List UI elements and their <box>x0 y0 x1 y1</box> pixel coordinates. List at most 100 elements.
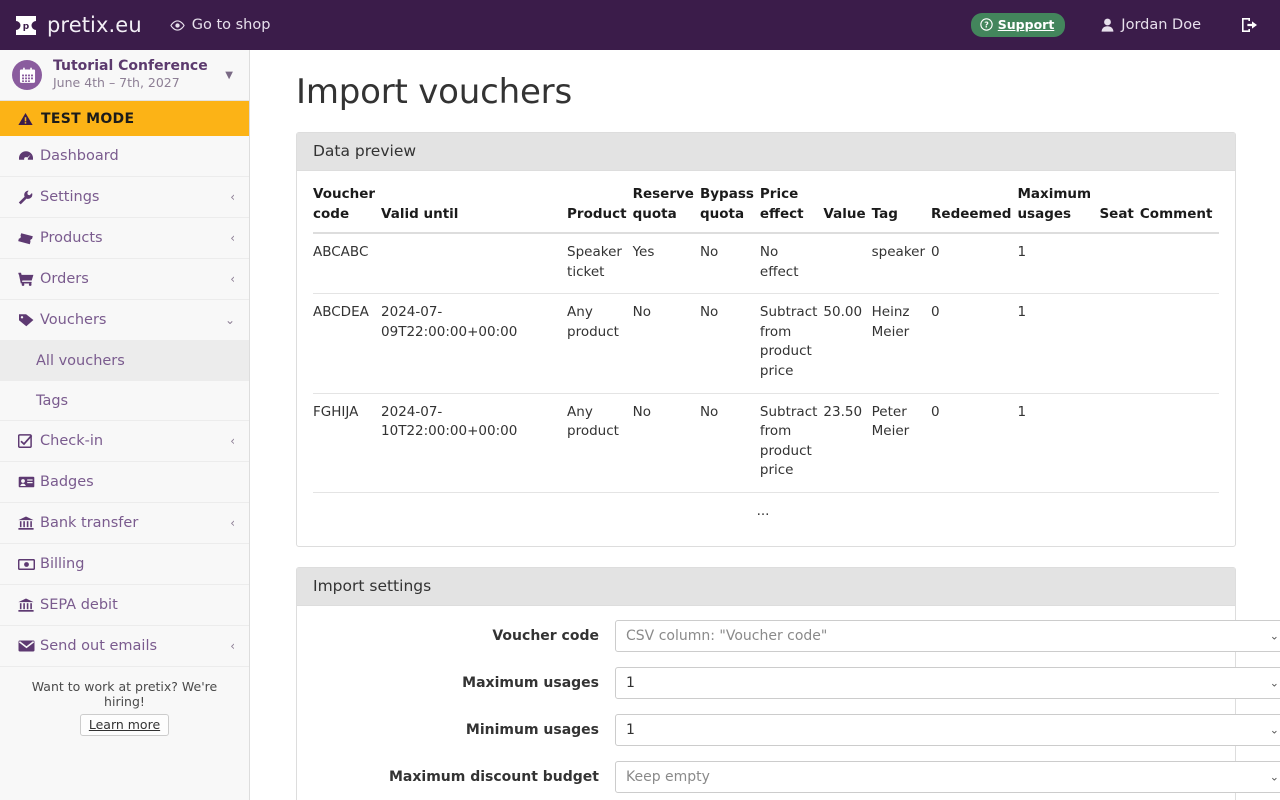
event-dates: June 4th – 7th, 2027 <box>53 75 180 90</box>
top-navbar: p pretix.eu Go to shop ? Support Jordan … <box>0 0 1280 50</box>
cell-price-effect: Subtract from product price <box>759 392 824 493</box>
table-row: FGHIJA 2024-07-10T22:00:00+00:00 Any pro… <box>313 392 1219 493</box>
sidebar-subitem-label: Tags <box>36 392 69 409</box>
sidebar-item-dashboard[interactable]: Dashboard <box>0 136 249 177</box>
form-row-voucher-code: Voucher code CSV column: "Voucher code" … <box>313 620 1280 653</box>
cell-value: 23.50 <box>823 392 872 493</box>
cell-bypass-quota: No <box>699 293 760 393</box>
sidebar-item-label: Bank transfer <box>40 515 139 531</box>
sidebar-item-badges[interactable]: Badges <box>0 462 249 503</box>
cell-bypass-quota: No <box>699 392 760 493</box>
truncation-marker: ... <box>313 491 1219 533</box>
sidebar-item-check-in[interactable]: Check-in ‹ <box>0 421 249 462</box>
import-settings-body: Voucher code CSV column: "Voucher code" … <box>297 606 1280 800</box>
sidebar-item-sepa-debit[interactable]: SEPA debit <box>0 585 249 626</box>
import-settings-panel: Import settings Voucher code CSV column:… <box>296 567 1280 800</box>
import-settings-heading: Import settings <box>297 568 1235 607</box>
cell-seat <box>1099 392 1140 493</box>
cell-comment <box>1139 293 1219 393</box>
cell-product: Speaker ticket <box>567 244 622 280</box>
label-maximum-discount-budget: Maximum discount budget <box>388 769 599 786</box>
chevron-down-icon: ⌄ <box>224 313 235 327</box>
test-mode-banner: TEST MODE <box>0 101 249 136</box>
chevron-left-icon: ‹ <box>230 272 235 286</box>
navbar-right-group: ? Support Jordan Doe <box>970 13 1280 37</box>
select-voucher-code[interactable]: CSV column: "Voucher code" ⌄ <box>615 620 1280 653</box>
sidebar-item-label: Orders <box>40 271 89 287</box>
bank-icon <box>18 516 40 530</box>
control-minimum-usages: 1 ⌄ <box>615 714 1280 747</box>
svg-text:p: p <box>23 22 30 32</box>
cell-maximum-usages: 1 <box>1017 392 1100 493</box>
event-meta: Tutorial Conference June 4th – 7th, 2027 <box>53 58 214 92</box>
sidebar-item-vouchers[interactable]: Vouchers ⌄ <box>0 300 249 341</box>
logout-icon <box>1241 17 1258 33</box>
data-preview-panel: Data preview Voucher code Valid until Pr… <box>296 132 1236 548</box>
user-menu[interactable]: Jordan Doe <box>1101 17 1201 33</box>
event-selector[interactable]: Tutorial Conference June 4th – 7th, 2027… <box>0 50 249 101</box>
learn-more-button[interactable]: Learn more <box>79 714 170 736</box>
select-maximum-discount-budget[interactable]: Keep empty ⌄ <box>615 761 1280 794</box>
table-header-row: Voucher code Valid until Product Reserve… <box>313 185 1219 234</box>
sidebar-item-label: Vouchers <box>40 312 107 328</box>
cell-valid-until <box>381 233 567 294</box>
select-value: 1 <box>626 675 635 692</box>
sidebar-item-settings[interactable]: Settings ‹ <box>0 177 249 218</box>
cell-comment <box>1139 392 1219 493</box>
bank-icon <box>18 598 40 612</box>
calendar-icon <box>12 60 42 90</box>
sidebar-subitem-label: All vouchers <box>36 352 125 369</box>
tickets-icon <box>18 232 40 245</box>
banknote-icon <box>18 558 40 570</box>
select-maximum-usages[interactable]: 1 ⌄ <box>615 667 1280 700</box>
form-row-maximum-discount-budget: Maximum discount budget Keep empty ⌄ <box>313 761 1280 794</box>
wrench-icon <box>18 190 40 205</box>
sidebar-item-all-vouchers[interactable]: All vouchers <box>0 341 249 381</box>
sidebar-item-products[interactable]: Products ‹ <box>0 218 249 259</box>
support-button[interactable]: ? Support <box>970 13 1066 37</box>
go-to-shop-link[interactable]: Go to shop <box>170 17 271 33</box>
cell-bypass-quota: No <box>699 244 719 261</box>
go-to-shop-label: Go to shop <box>191 17 271 33</box>
sidebar-item-orders[interactable]: Orders ‹ <box>0 259 249 300</box>
table-row: ABCABC Speaker ticket Yes No No effect s… <box>313 233 1219 294</box>
label-maximum-usages: Maximum usages <box>462 675 599 692</box>
chevron-left-icon: ‹ <box>230 516 235 530</box>
sidebar-item-send-out-emails[interactable]: Send out emails ‹ <box>0 626 249 667</box>
column-header-value: Value <box>823 205 866 222</box>
chevron-down-icon: ⌄ <box>1269 723 1279 737</box>
cell-reserve-quota: No <box>632 392 700 493</box>
column-header-bypass-quota: Bypass quota <box>699 186 754 222</box>
cell-tag: Heinz Meier <box>871 293 932 393</box>
brand-text: pretix.eu <box>47 13 142 37</box>
column-header-product: Product <box>567 205 627 222</box>
cell-value: 50.00 <box>823 293 872 393</box>
table-truncation-row: ... <box>313 491 1219 533</box>
sidebar-item-tags[interactable]: Tags <box>0 381 249 421</box>
main-content: Import vouchers Data preview Voucher cod… <box>250 50 1280 800</box>
cell-voucher-code: FGHIJA <box>313 392 382 493</box>
label-minimum-usages: Minimum usages <box>465 722 599 739</box>
select-minimum-usages[interactable]: 1 ⌄ <box>615 714 1280 747</box>
sidebar-item-billing[interactable]: Billing <box>0 544 249 585</box>
page-title: Import vouchers <box>296 72 572 112</box>
column-header-redeemed: Redeemed <box>931 205 1012 222</box>
cell-redeemed: 0 <box>931 392 1018 493</box>
cell-product: Any product <box>567 293 633 393</box>
cell-tag: Peter Meier <box>871 392 932 493</box>
sidebar-item-bank-transfer[interactable]: Bank transfer ‹ <box>0 503 249 544</box>
cell-maximum-usages: 1 <box>1017 244 1027 261</box>
user-icon <box>1101 18 1114 32</box>
cell-seat <box>1099 293 1140 393</box>
cell-seat <box>1099 233 1139 294</box>
logout-button[interactable] <box>1241 17 1258 33</box>
table-row: ABCDEA 2024-07-09T22:00:00+00:00 Any pro… <box>313 293 1219 393</box>
data-preview-table: Voucher code Valid until Product Reserve… <box>313 185 1219 533</box>
sidebar-item-label: Settings <box>40 189 100 205</box>
cell-valid-until: 2024-07-10T22:00:00+00:00 <box>381 392 568 493</box>
cell-voucher-code: ABCDEA <box>313 293 382 393</box>
brand-link[interactable]: p pretix.eu <box>14 13 142 37</box>
control-voucher-code: CSV column: "Voucher code" ⌄ <box>615 620 1280 653</box>
badge-icon <box>18 476 40 488</box>
column-header-price-effect: Price effect <box>759 186 804 222</box>
